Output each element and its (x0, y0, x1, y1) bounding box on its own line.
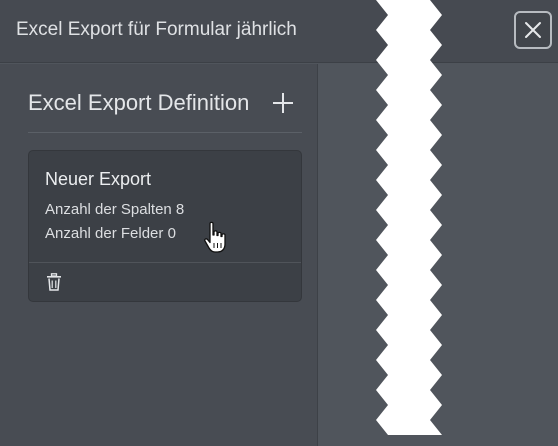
close-icon (525, 22, 541, 38)
panel-title: Excel Export Definition (28, 90, 250, 115)
export-fields-count: Anzahl der Felder 0 (45, 225, 176, 242)
card-separator (29, 262, 301, 263)
export-definition-panel: Excel Export Definition Neuer Export Anz… (0, 64, 318, 446)
dialog-title: Excel Export für Formular jährlich (16, 19, 297, 40)
delete-export-button[interactable] (46, 273, 62, 291)
trash-icon (47, 273, 61, 291)
export-name: Neuer Export (45, 169, 152, 189)
torn-edge (376, 0, 442, 435)
export-card[interactable]: Neuer Export Anzahl der Spalten 8 Anzahl… (28, 150, 302, 302)
close-button[interactable] (514, 11, 552, 49)
hand-cursor-icon (204, 221, 226, 253)
dialog-header: Excel Export für Formular jährlich (0, 0, 558, 63)
panel-divider (28, 132, 302, 133)
plus-icon (273, 93, 293, 113)
add-export-button[interactable] (271, 91, 295, 115)
export-columns-count: Anzahl der Spalten 8 (45, 201, 185, 218)
